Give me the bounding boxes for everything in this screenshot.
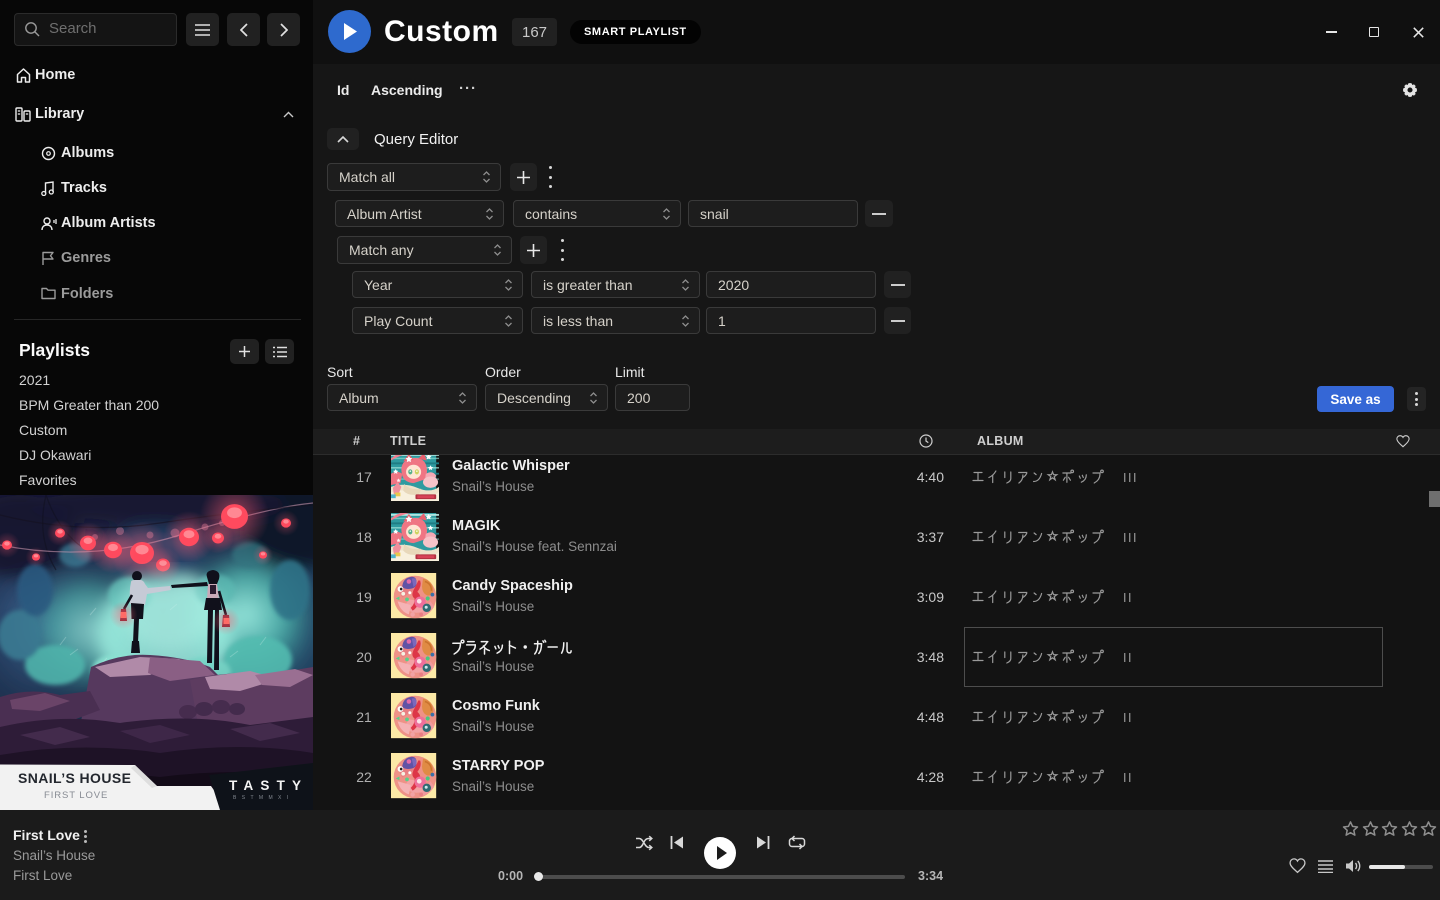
svg-text:FIRST LOVE: FIRST LOVE [44,790,108,801]
svg-text:TASTY: TASTY [229,778,308,793]
svg-text:SNAIL’S HOUSE: SNAIL’S HOUSE [18,770,131,786]
svg-text:BSTMMXI: BSTMMXI [233,795,294,801]
